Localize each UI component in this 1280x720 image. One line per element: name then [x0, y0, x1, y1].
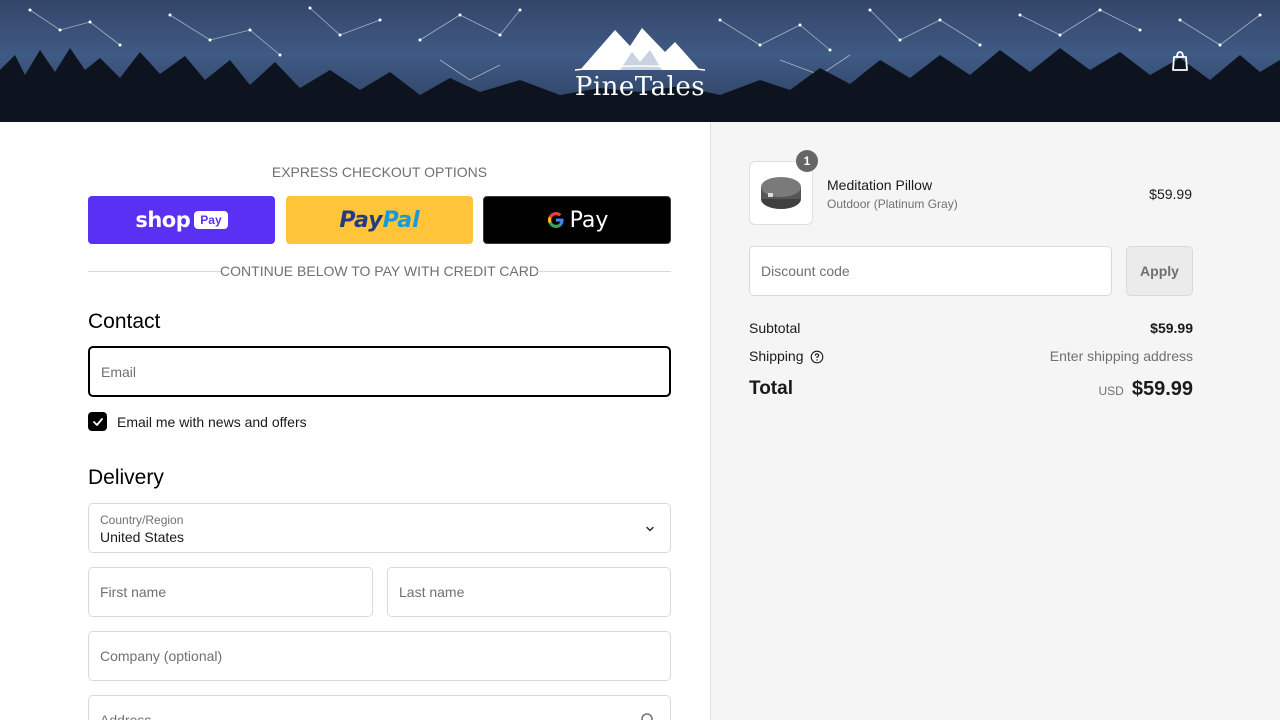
paypal-wordmark-pay: Pay [339, 207, 383, 233]
checkout-form-panel: EXPRESS CHECKOUT OPTIONS shop Pay Pay Pal… [0, 122, 710, 720]
google-g-icon [547, 212, 564, 228]
product-name: Meditation Pillow [827, 177, 933, 193]
express-checkout-title: EXPRESS CHECKOUT OPTIONS [271, 164, 488, 180]
email-field[interactable] [88, 346, 671, 397]
site-header: PineTales [0, 0, 1280, 122]
total-row: Total USD $59.99 [749, 378, 1193, 404]
subtotal-row: Subtotal $59.99 [749, 320, 1193, 338]
country-value: United States [100, 529, 185, 545]
product-price: $59.99 [1149, 186, 1192, 202]
contact-heading: Contact [88, 310, 161, 333]
shipping-row: Shipping Enter shipping address [749, 348, 1193, 366]
newsletter-label: Email me with news and offers [117, 413, 307, 430]
total-value-group: USD $59.99 [1098, 378, 1193, 401]
chevron-down-icon [646, 526, 654, 532]
search-icon [641, 713, 653, 720]
brand-name: PineTales [574, 72, 706, 102]
total-amount: $59.99 [1131, 378, 1193, 400]
shop-pay-badge: Pay [194, 211, 228, 229]
last-name-field[interactable] [387, 567, 671, 617]
shipping-label: Shipping [749, 348, 804, 364]
pinetales-logo[interactable]: PineTales [570, 22, 710, 102]
shop-pay-wordmark: shop [135, 208, 191, 232]
google-pay-wordmark: Pay [569, 207, 609, 233]
express-divider: CONTINUE BELOW TO PAY WITH CREDIT CARD [88, 263, 671, 279]
shopping-bag-icon[interactable] [1168, 49, 1192, 73]
total-label: Total [749, 378, 793, 399]
order-summary-panel: 1 Meditation Pillow Outdoor (Platinum Gr… [710, 122, 1280, 720]
shop-pay-button[interactable]: shop Pay [88, 196, 275, 244]
paypal-wordmark-pal: Pal [382, 207, 420, 233]
divider-line-right [536, 271, 671, 272]
company-field[interactable] [88, 631, 671, 681]
quantity-badge: 1 [796, 150, 818, 172]
delivery-heading: Delivery [88, 466, 164, 489]
product-variant: Outdoor (Platinum Gray) [827, 197, 958, 211]
last-name-input[interactable] [388, 568, 670, 616]
newsletter-checkbox[interactable] [88, 412, 107, 431]
country-select[interactable]: Country/Region United States [88, 503, 671, 553]
first-name-input[interactable] [89, 568, 372, 616]
address-input[interactable] [89, 696, 670, 720]
address-field[interactable] [88, 695, 671, 720]
shipping-label-group: Shipping [749, 348, 824, 364]
company-input[interactable] [89, 632, 670, 680]
shipping-value: Enter shipping address [1049, 348, 1193, 364]
apply-discount-button[interactable]: Apply [1126, 246, 1193, 296]
country-label: Country/Region [100, 513, 184, 527]
meditation-pillow-image [761, 177, 801, 209]
google-pay-button[interactable]: Pay [483, 196, 671, 244]
email-input[interactable] [90, 348, 669, 395]
total-currency: USD [1098, 384, 1124, 398]
subtotal-label: Subtotal [749, 320, 801, 336]
discount-code-input[interactable] [750, 247, 1111, 295]
first-name-field[interactable] [88, 567, 373, 617]
checkmark-icon [92, 417, 103, 426]
paypal-button[interactable]: Pay Pal [286, 196, 473, 244]
help-circle-icon[interactable] [810, 350, 824, 364]
mountain-logo-icon [574, 28, 706, 71]
newsletter-checkbox-row[interactable]: Email me with news and offers [88, 412, 307, 431]
subtotal-value: $59.99 [1150, 320, 1193, 336]
discount-code-field[interactable] [749, 246, 1112, 296]
